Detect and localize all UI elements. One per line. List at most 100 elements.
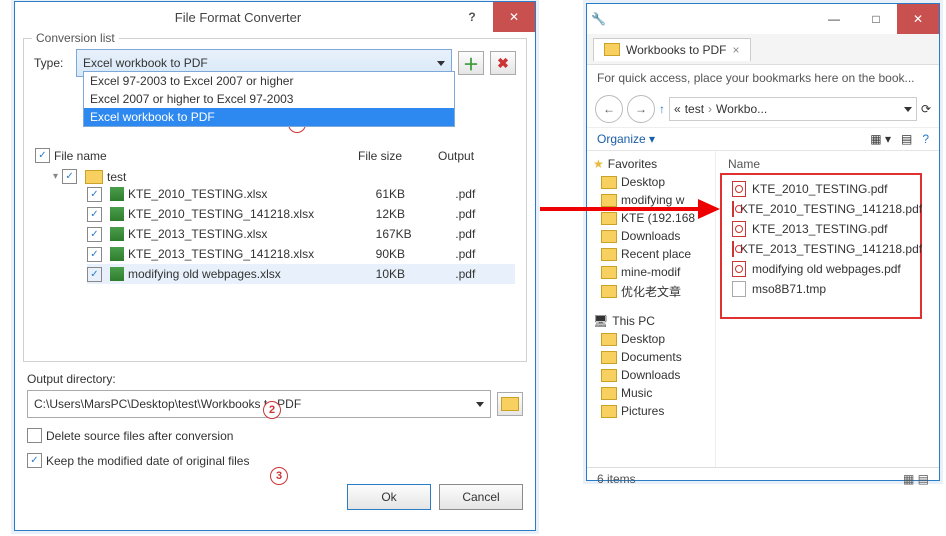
file-name: KTE_2010_TESTING.pdf [752,182,887,196]
file-row[interactable]: ✓KTE_2013_TESTING_141218.xlsx90KB.pdf [87,244,515,264]
file-row[interactable]: ✓ KTE_2010_TESTING.xlsx 61KB.pdf [87,184,515,204]
forward-button[interactable]: → [627,95,655,123]
explorer-window: 🔧 ✕ Workbooks to PDF × For quick access,… [586,3,940,481]
col-output: Output [438,149,474,163]
folder-icon [501,397,519,411]
delete-label: Delete source files after conversion [46,429,233,443]
file-checkbox[interactable]: ✓ [87,187,102,202]
nav-item[interactable]: Documents [589,348,713,366]
cancel-button[interactable]: Cancel [439,484,523,510]
nav-item[interactable]: Pictures [589,402,713,420]
help-button[interactable] [451,2,493,32]
excel-icon [110,207,124,221]
nav-item[interactable]: Downloads [589,366,713,384]
bookmark-bar: For quick access, place your bookmarks h… [587,65,939,91]
nav-item[interactable]: Desktop [589,173,713,191]
pdf-icon [732,261,746,277]
excel-icon [110,187,124,201]
col-name[interactable]: Name [724,157,931,171]
file-name: modifying old webpages.pdf [752,262,901,276]
type-label: Type: [34,56,70,70]
folder-icon [601,351,617,364]
close-button[interactable]: ✕ [493,2,535,32]
folder-row[interactable]: ▾ ✓ test [53,169,515,184]
file-size: 10KB [376,267,456,281]
browse-button[interactable] [497,392,523,416]
file-name: KTE_2010_TESTING_141218.xlsx [128,207,314,221]
close-button[interactable]: ✕ [897,4,939,34]
folder-icon [601,230,617,243]
dropdown-option[interactable]: Excel 2007 or higher to Excel 97-2003 [84,90,454,108]
minimize-button[interactable] [813,4,855,34]
output-dir-label: Output directory: [27,372,523,386]
maximize-button[interactable] [855,4,897,34]
file-item[interactable]: KTE_2013_TESTING.pdf [722,219,920,239]
titlebar: File Format Converter ✕ [15,2,535,32]
folder-icon [601,176,617,189]
file-item[interactable]: KTE_2013_TESTING_141218.pdf [722,239,920,259]
file-name: KTE_2013_TESTING_141218.xlsx [128,247,314,261]
file-checkbox[interactable]: ✓ [87,207,102,222]
remove-button[interactable]: ✖ [490,51,516,75]
nav-item[interactable]: Desktop [589,330,713,348]
conversion-list-group: Conversion list Type: Excel workbook to … [23,38,527,362]
tab-close-icon[interactable]: × [732,43,739,57]
view-buttons[interactable]: ▦ ▾ ▤ ? [870,132,929,146]
nav-favorites[interactable]: ★Favorites [589,155,713,173]
add-button[interactable]: ＋ [458,51,484,75]
pdf-icon [732,181,746,197]
file-name: KTE_2013_TESTING.xlsx [128,227,267,241]
file-pane: Name KTE_2010_TESTING.pdf KTE_2010_TESTIN… [716,151,939,467]
file-name: KTE_2010_TESTING.xlsx [128,187,267,201]
type-dropdown[interactable]: Excel 97-2003 to Excel 2007 or higher Ex… [83,71,455,127]
header-checkbox[interactable]: ✓ [35,148,50,163]
tab-title: Workbooks to PDF [626,43,726,57]
file-row[interactable]: ✓modifying old webpages.xlsx10KB.pdf [87,264,515,284]
file-size: 61KB [376,187,456,201]
nav-item[interactable]: mine-modif [589,263,713,281]
nav-item[interactable]: Recent place [589,245,713,263]
file-name: mso8B71.tmp [752,282,826,296]
organize-menu[interactable]: Organize ▾ [597,132,655,146]
nav-item[interactable]: Downloads [589,227,713,245]
file-item[interactable]: mso8B71.tmp [722,279,920,299]
dropdown-option-selected[interactable]: Excel workbook to PDF [84,108,454,126]
file-checkbox[interactable]: ✓ [87,227,102,242]
refresh-button[interactable]: ⟳ [921,102,931,116]
pdf-icon [732,241,734,257]
file-row[interactable]: ✓KTE_2013_TESTING.xlsx167KB.pdf [87,224,515,244]
x-icon: ✖ [497,55,509,72]
folder-checkbox[interactable]: ✓ [62,169,77,184]
back-button[interactable]: ← [595,95,623,123]
keepdate-checkbox[interactable]: ✓ [27,453,42,468]
file-icon [732,281,746,297]
output-dir-input[interactable]: C:\Users\MarsPC\Desktop\test\Workbooks t… [27,390,491,418]
up-button[interactable]: ↑ [659,102,665,116]
type-select-value: Excel workbook to PDF [83,56,208,70]
file-checkbox[interactable]: ✓ [87,247,102,262]
folder-icon [604,43,620,56]
file-row[interactable]: ✓KTE_2010_TESTING_141218.xlsx12KB.pdf [87,204,515,224]
folder-icon [601,248,617,261]
keepdate-label: Keep the modified date of original files [46,454,249,468]
nav-thispc[interactable]: 🖥This PC [589,312,713,330]
view-icons[interactable]: ▦ ▤ [903,472,929,486]
file-item[interactable]: KTE_2010_TESTING_141218.pdf [722,199,920,219]
tab-bar: Workbooks to PDF × [587,34,939,65]
nav-item[interactable]: 优化老文章 [589,281,713,302]
file-checkbox[interactable]: ✓ [87,267,102,282]
ok-button[interactable]: Ok [347,484,431,510]
file-item[interactable]: modifying old webpages.pdf [722,259,920,279]
file-output: .pdf [455,187,515,201]
file-item[interactable]: KTE_2010_TESTING.pdf [722,179,920,199]
arrow-annotation [540,195,720,225]
file-size: 90KB [376,247,456,261]
nav-item[interactable]: Music [589,384,713,402]
chevron-down-icon [437,61,445,66]
folder-icon [601,387,617,400]
pdf-icon [732,221,746,237]
dropdown-option[interactable]: Excel 97-2003 to Excel 2007 or higher [84,72,454,90]
breadcrumb[interactable]: « test› Workbo... [669,97,917,121]
browser-tab[interactable]: Workbooks to PDF × [593,38,751,61]
delete-checkbox[interactable] [27,428,42,443]
